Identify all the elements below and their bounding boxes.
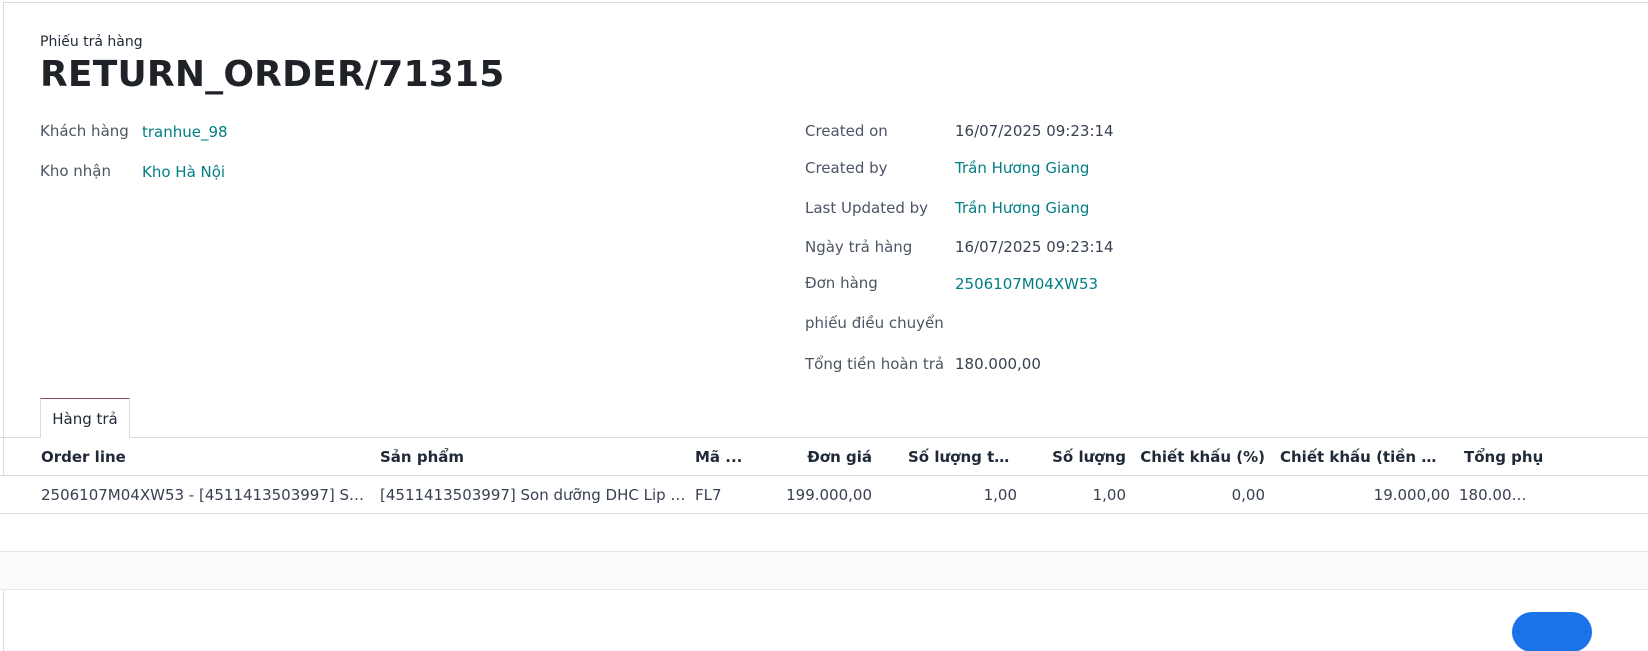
col-subtotal[interactable]: Tổng phụ	[1464, 438, 1554, 476]
floating-action-button[interactable]	[1512, 612, 1592, 651]
col-discount-cash[interactable]: Chiết khấu (tiền mặt)	[1280, 438, 1450, 476]
last-updated-by-link[interactable]: Trần Hương Giang	[955, 199, 1089, 217]
warehouse-link[interactable]: Kho Hà Nội	[142, 163, 225, 181]
customer-link[interactable]: tranhue_98	[142, 123, 228, 141]
created-by-label: Created by	[805, 159, 888, 177]
customer-label: Khách hàng	[40, 122, 129, 140]
return-date-label: Ngày trả hàng	[805, 238, 913, 256]
table-row[interactable]: 2506107M04XW53 - [4511413503997] Son dưỡ…	[0, 476, 1648, 514]
cell-qty[interactable]: 1,00	[1030, 476, 1126, 514]
cell-product[interactable]: [4511413503997] Son dưỡng DHC Lip Cream	[380, 476, 688, 514]
cell-discount-percent[interactable]: 0,00	[1135, 476, 1265, 514]
created-on-label: Created on	[805, 122, 888, 140]
empty-row	[0, 552, 1648, 590]
record-type-label: Phiếu trả hàng	[40, 34, 143, 50]
col-code[interactable]: Mã ...	[695, 438, 755, 476]
order-link[interactable]: 2506107M04XW53	[955, 275, 1098, 293]
cell-code[interactable]: FL7	[695, 476, 745, 514]
page-title: RETURN_ORDER/71315	[40, 54, 505, 95]
order-label: Đơn hàng	[805, 274, 878, 292]
tab-returned-items[interactable]: Hàng trả	[40, 398, 130, 438]
col-product[interactable]: Sản phẩm	[380, 438, 680, 476]
empty-row	[0, 514, 1648, 552]
col-discount-percent[interactable]: Chiết khấu (%)	[1135, 438, 1265, 476]
cell-subtotal[interactable]: 180.000,00	[1459, 476, 1531, 514]
transfer-label: phiếu điều chuyển	[805, 314, 944, 332]
created-on-value: 16/07/2025 09:23:14	[955, 122, 1114, 140]
col-qty[interactable]: Số lượng	[1030, 438, 1126, 476]
cell-order-line[interactable]: 2506107M04XW53 - [4511413503997] Son dưỡ…	[41, 476, 369, 514]
table-header: Order line Sản phẩm Mã ... Đơn giá Số lư…	[0, 438, 1648, 476]
last-updated-by-label: Last Updated by	[805, 199, 929, 217]
col-unit-price[interactable]: Đơn giá	[760, 438, 872, 476]
cell-discount-cash[interactable]: 19.000,00	[1280, 476, 1450, 514]
cell-max-qty[interactable]: 1,00	[900, 476, 1017, 514]
return-date-value: 16/07/2025 09:23:14	[955, 238, 1114, 256]
created-by-link[interactable]: Trần Hương Giang	[955, 159, 1089, 177]
col-max-qty[interactable]: Số lượng tối ...	[908, 438, 1018, 476]
refund-total-value: 180.000,00	[955, 355, 1041, 373]
tab-label: Hàng trả	[52, 409, 118, 428]
col-order-line[interactable]: Order line	[41, 438, 371, 476]
refund-total-label: Tổng tiền hoàn trả	[805, 355, 945, 373]
warehouse-label: Kho nhận	[40, 162, 112, 180]
cell-unit-price[interactable]: 199.000,00	[760, 476, 872, 514]
